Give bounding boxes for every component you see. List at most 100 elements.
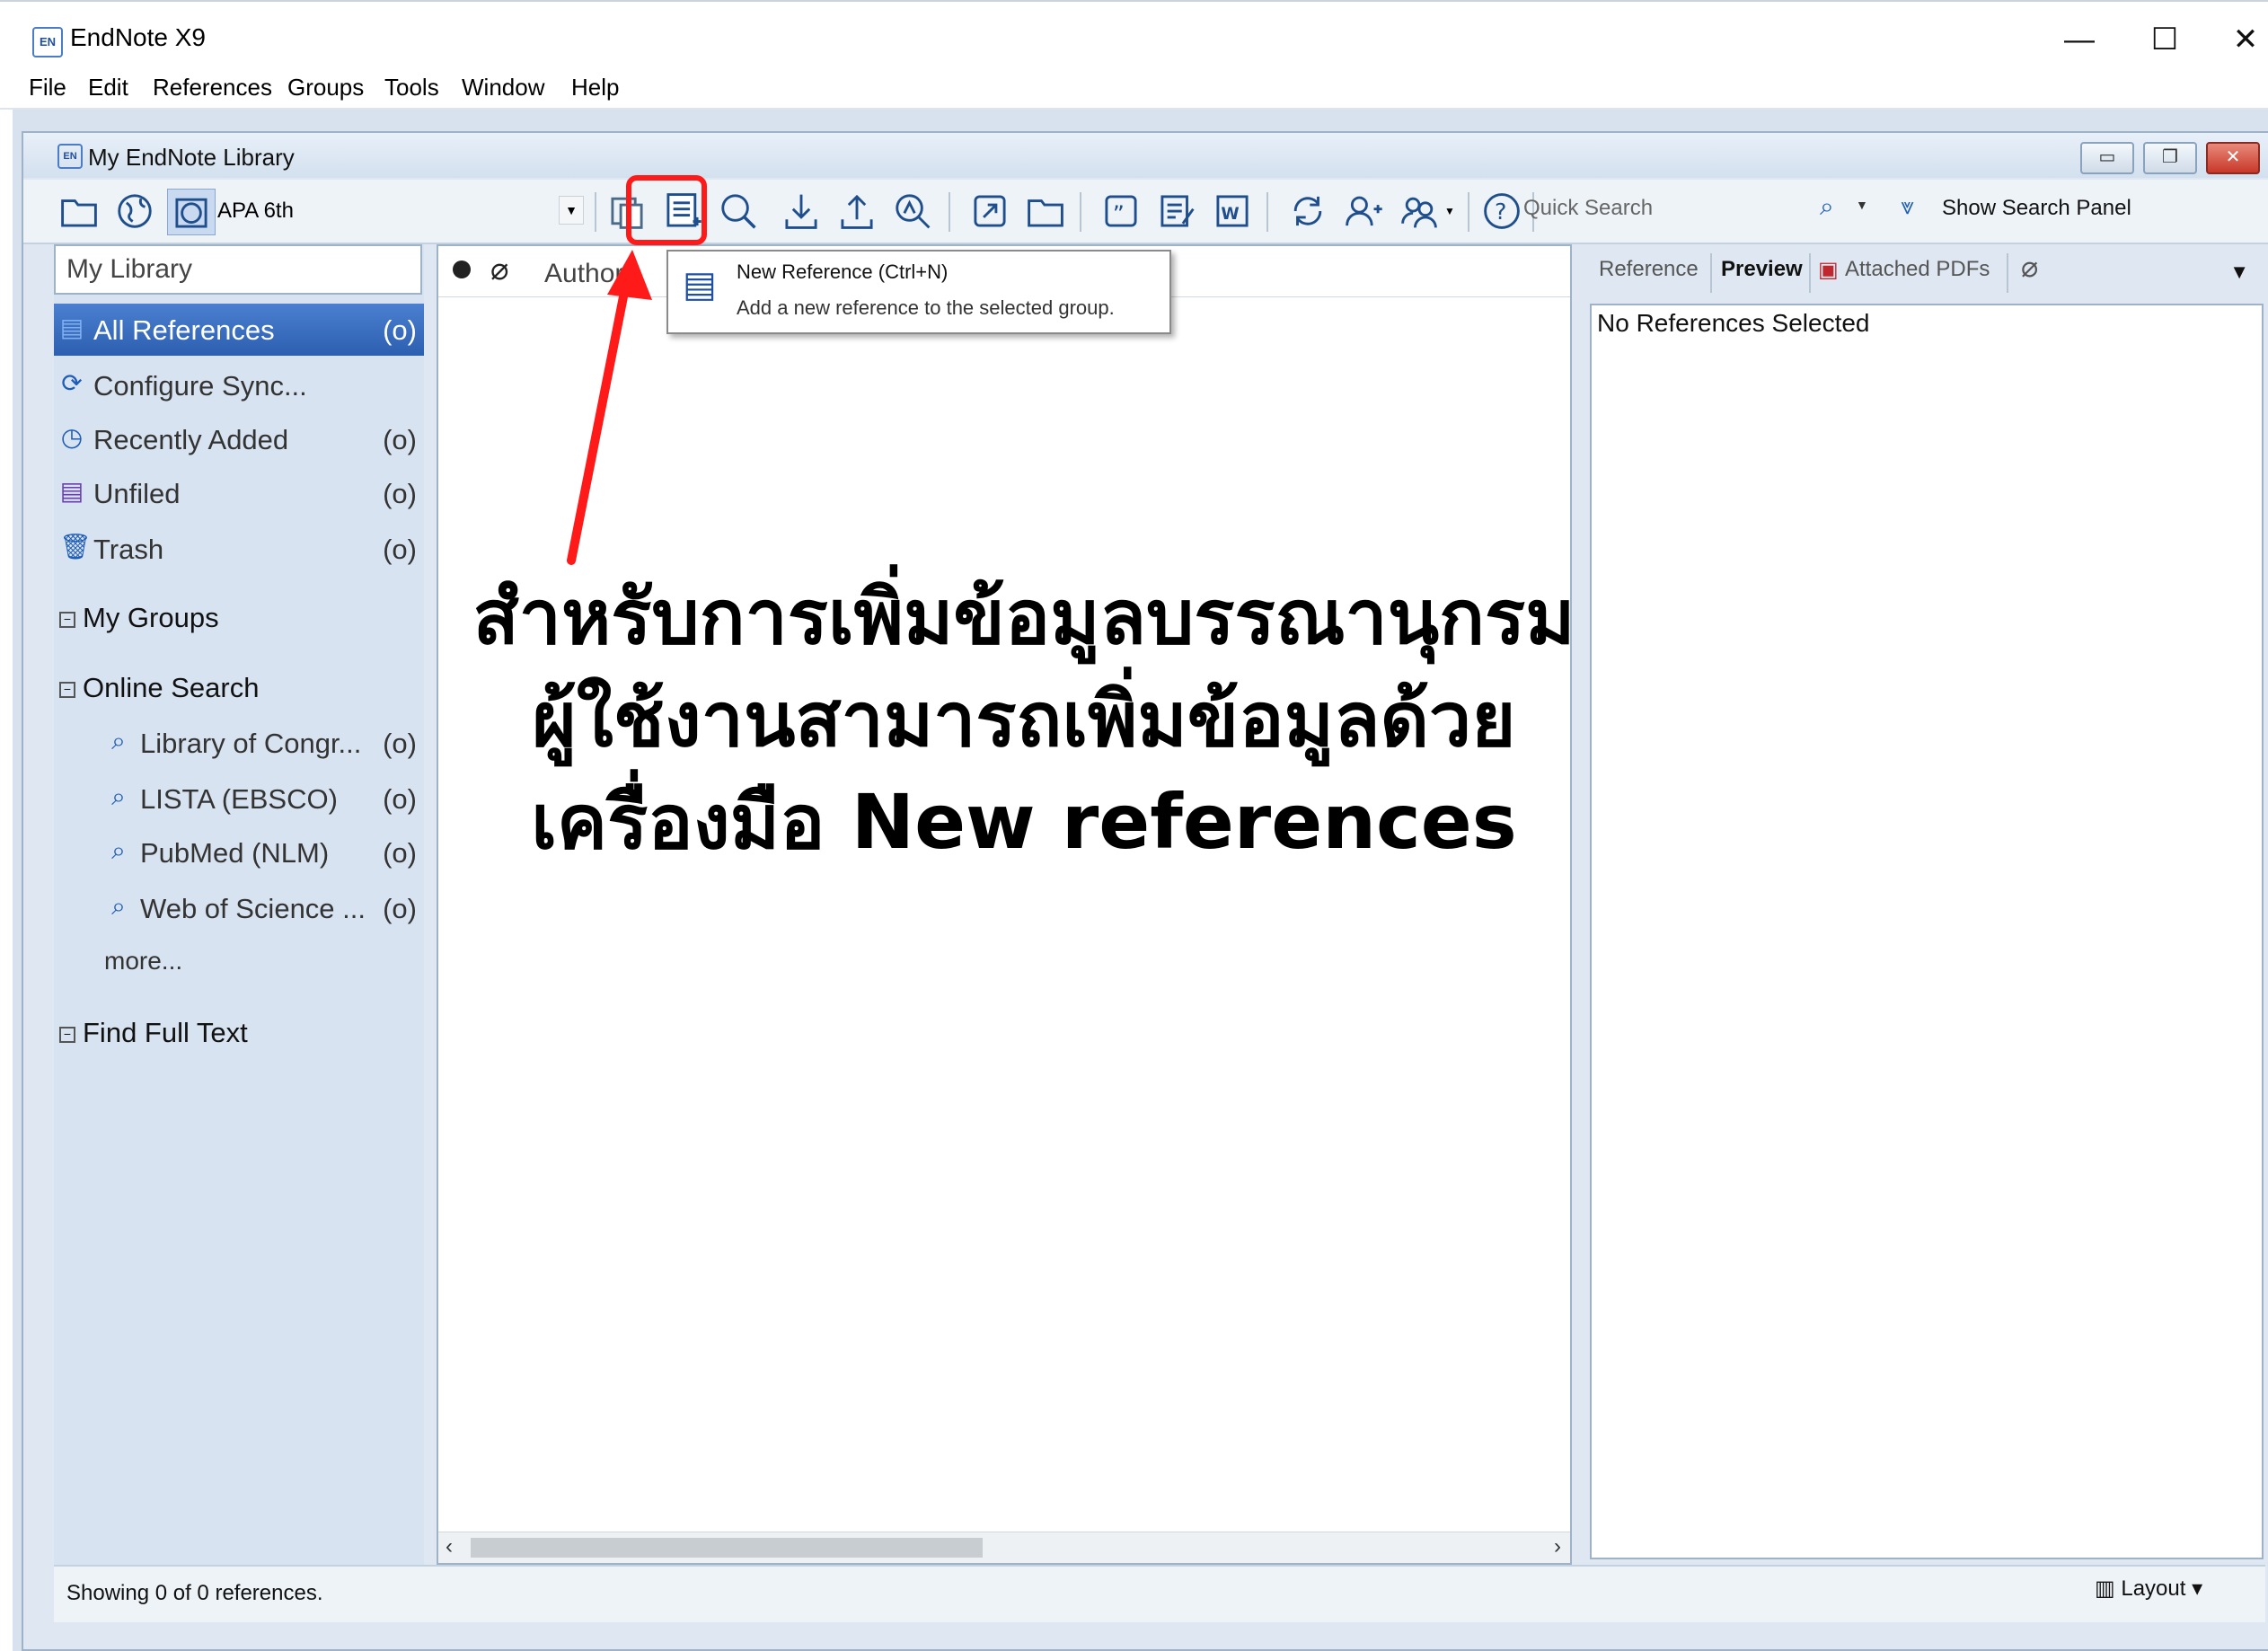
online-search-mode-icon[interactable] — [111, 189, 158, 234]
no-selection-message: No References Selected — [1597, 309, 1870, 337]
collapse-icon[interactable]: − — [59, 681, 75, 698]
section-label: My Groups — [83, 602, 219, 633]
maximize-button[interactable]: ☐ — [2133, 14, 2196, 65]
annotation-text: สำหรับการเพิ่มข้อมูลบรรณานุกรม ผู้ใช้งาน… — [395, 566, 1653, 873]
group-recently-added[interactable]: ◷ Recently Added (o) — [54, 413, 424, 465]
sync-toolbar-icon[interactable] — [1284, 189, 1331, 234]
local-library-mode-icon[interactable] — [56, 189, 102, 234]
return-to-word-icon[interactable]: W — [1209, 189, 1256, 234]
toolbar-separator — [595, 192, 596, 232]
minimize-button[interactable]: — — [2048, 14, 2111, 65]
menu-references[interactable]: References — [153, 74, 272, 102]
online-library-of-congress[interactable]: ⌕ Library of Congr... (o) — [54, 717, 424, 769]
online-more-link[interactable]: more... — [54, 936, 424, 988]
collapse-icon[interactable]: − — [59, 611, 75, 628]
close-button[interactable]: ✕ — [2214, 14, 2268, 65]
search-globe-icon: ⌕ — [111, 892, 126, 920]
menu-groups[interactable]: Groups — [287, 74, 364, 102]
group-label: Web of Science ... — [140, 893, 366, 924]
layout-label: Layout — [2121, 1576, 2186, 1601]
new-reference-icon: ▤ — [683, 265, 717, 305]
online-lista-ebsco[interactable]: ⌕ LISTA (EBSCO) (o) — [54, 773, 424, 825]
tab-separator — [1809, 253, 1811, 293]
group-count: (o) — [383, 534, 417, 565]
tab-overflow-icon[interactable]: ▼ — [2229, 260, 2249, 284]
manage-sharing-icon[interactable] — [1396, 189, 1443, 234]
status-text: Showing 0 of 0 references. — [66, 1581, 323, 1605]
export-icon[interactable] — [834, 189, 880, 234]
paperclip-icon[interactable]: ⌀ — [490, 252, 508, 287]
group-label: LISTA (EBSCO) — [140, 783, 338, 815]
menu-edit[interactable]: Edit — [88, 74, 128, 102]
column-author[interactable]: Author — [544, 259, 623, 289]
unfiled-icon: ▤ — [59, 477, 84, 505]
scrollbar-thumb[interactable] — [471, 1538, 983, 1558]
group-configure-sync[interactable]: ⟳ Configure Sync... — [54, 359, 424, 411]
menu-tools[interactable]: Tools — [384, 74, 439, 102]
group-trash[interactable]: 🗑 Trash (o) — [54, 523, 424, 575]
online-pubmed[interactable]: ⌕ PubMed (NLM) (o) — [54, 826, 424, 878]
insert-citation-icon[interactable]: ” — [1098, 189, 1144, 234]
help-icon[interactable]: ? — [1478, 189, 1525, 234]
reference-list[interactable]: ⌀ Author ‹ › — [437, 244, 1572, 1565]
search-icon[interactable]: ⌕ — [1820, 192, 1834, 222]
share-library-icon[interactable] — [1340, 189, 1387, 234]
library-minimize-button[interactable]: ▭ — [2080, 142, 2134, 174]
show-search-panel-button[interactable]: Show Search Panel — [1942, 196, 2131, 221]
group-unfiled[interactable]: ▤ Unfiled (o) — [54, 467, 424, 519]
my-groups-header[interactable]: − My Groups — [59, 602, 219, 634]
app-title: EndNote X9 — [70, 23, 206, 51]
quick-search-input[interactable]: Quick Search — [1523, 196, 1653, 221]
group-count: (o) — [383, 478, 417, 509]
new-reference-highlight-box — [626, 175, 707, 245]
output-style-select[interactable]: APA 6th — [208, 190, 586, 232]
group-label: Recently Added — [93, 424, 289, 455]
find-full-text-header[interactable]: − Find Full Text — [59, 1017, 248, 1049]
more-label: more... — [104, 947, 183, 975]
tab-attached-pdfs[interactable]: Attached PDFs — [1845, 257, 1990, 282]
annotation-line-2: ผู้ใช้งานสามารถเพิ่มข้อมูลด้วย — [532, 675, 1516, 764]
collapse-icon[interactable]: − — [59, 1026, 75, 1043]
layout-button[interactable]: ▥ Layout ▾ — [2095, 1576, 2202, 1602]
group-all-references[interactable]: ▤ All References (o) — [54, 304, 424, 356]
group-label: PubMed (NLM) — [140, 837, 330, 869]
tab-separator — [2007, 253, 2008, 293]
scroll-right-icon[interactable]: › — [1554, 1534, 1561, 1559]
read-status-icon[interactable] — [453, 260, 471, 278]
online-search-header[interactable]: − Online Search — [59, 672, 259, 704]
toolbar-separator — [1468, 192, 1469, 232]
all-references-icon: ▤ — [59, 313, 84, 341]
preview-tab-bar: Reference Preview ▣ Attached PDFs ⌀ ▼ — [1584, 244, 2267, 302]
library-restore-button[interactable]: ❐ — [2143, 142, 2197, 174]
pdf-icon: ▣ — [1818, 258, 1839, 282]
sync-icon: ⟳ — [61, 369, 83, 397]
tab-preview[interactable]: Preview — [1721, 257, 1803, 282]
search-globe-icon: ⌕ — [111, 782, 126, 810]
online-search-icon[interactable] — [715, 189, 762, 234]
tab-reference[interactable]: Reference — [1599, 257, 1699, 282]
preview-area: No References Selected — [1590, 304, 2264, 1559]
style-dropdown-arrow-icon[interactable]: ▼ — [559, 196, 584, 225]
open-file-icon[interactable] — [1022, 189, 1069, 234]
svg-text:?: ? — [1495, 199, 1506, 225]
endnote-library-logo-icon: EN — [57, 144, 83, 169]
menu-file[interactable]: File — [29, 74, 66, 102]
toolbar-separator — [949, 192, 950, 232]
group-label: Library of Congr... — [140, 728, 362, 759]
open-link-icon[interactable] — [966, 189, 1013, 234]
attachment-paperclip-icon[interactable]: ⌀ — [2021, 250, 2038, 284]
find-full-text-icon[interactable] — [889, 189, 936, 234]
scroll-left-icon[interactable]: ‹ — [446, 1534, 453, 1559]
double-chevron-down-icon[interactable]: ⩔ — [1901, 192, 1914, 221]
menu-help[interactable]: Help — [571, 74, 619, 102]
search-globe-icon: ⌕ — [111, 727, 126, 755]
menu-window[interactable]: Window — [462, 74, 544, 102]
manage-sharing-dropdown-icon[interactable]: ▼ — [1441, 189, 1459, 234]
quick-search-dropdown-icon[interactable]: ▼ — [1856, 198, 1868, 212]
online-web-of-science[interactable]: ⌕ Web of Science ... (o) — [54, 882, 424, 934]
horizontal-scrollbar[interactable]: ‹ › — [438, 1532, 1570, 1563]
import-icon[interactable] — [778, 189, 825, 234]
menu-bar: File Edit References Groups Tools Window… — [0, 72, 2268, 110]
format-bibliography-icon[interactable] — [1153, 189, 1200, 234]
library-close-button[interactable]: ✕ — [2206, 142, 2260, 174]
